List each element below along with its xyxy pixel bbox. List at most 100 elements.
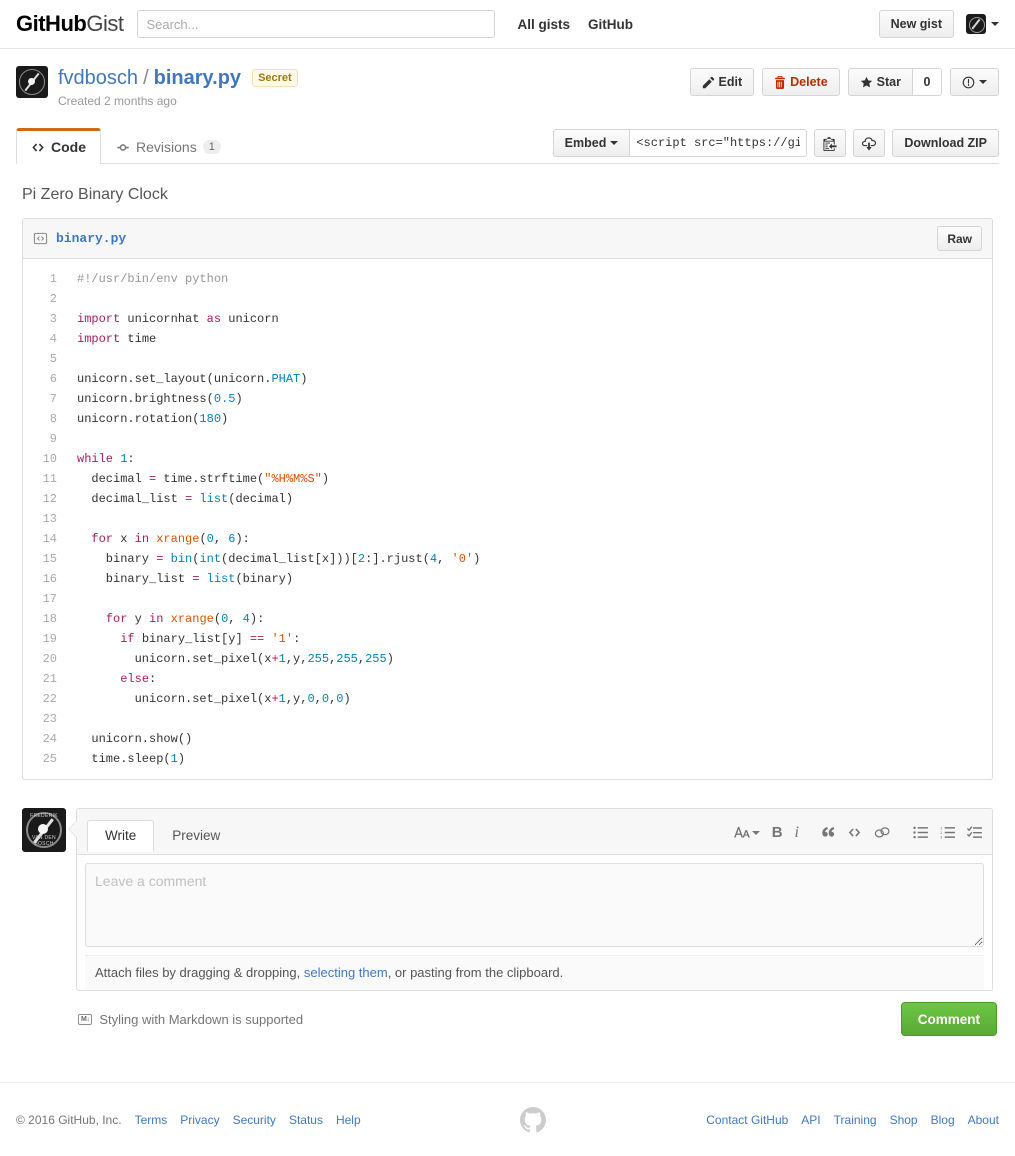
line-content: import time (77, 332, 157, 346)
star-button[interactable]: Star (847, 68, 912, 96)
code-line: 25 time.sleep(1) (23, 749, 992, 779)
markdown-icon: M↓ (78, 1013, 93, 1025)
tab-revisions[interactable]: Revisions 1 (101, 128, 236, 164)
footer-link-api[interactable]: API (801, 1113, 820, 1127)
new-gist-button[interactable]: New gist (878, 10, 954, 38)
line-content: while 1: (77, 452, 135, 466)
code-icon (32, 142, 44, 152)
star-group: Star 0 (847, 68, 942, 96)
unordered-list-icon[interactable] (913, 826, 928, 839)
link-icon[interactable] (874, 826, 891, 839)
line-number: 9 (49, 432, 57, 446)
code-line: 15 binary = bin(int(decimal_list[x]))[2:… (23, 549, 992, 569)
comment-footer: M↓ Styling with Markdown is supported Co… (76, 991, 999, 1036)
gist-owner-link[interactable]: fvdbosch (58, 66, 138, 90)
owner-avatar[interactable] (16, 66, 48, 98)
select-files-link[interactable]: selecting them (304, 965, 388, 980)
logo-github: GitHub (16, 11, 87, 36)
code-line: 23 (23, 709, 992, 729)
nav-github[interactable]: GitHub (588, 17, 633, 32)
code-line: 18 for y in xrange(0, 4): (23, 609, 992, 629)
line-number: 1 (49, 272, 57, 286)
commenter-avatar[interactable]: FREDERIK VAN DEN BOSCH (22, 808, 66, 852)
footer-link-shop[interactable]: Shop (890, 1113, 918, 1127)
code-line: 22 unicorn.set_pixel(x+1,y,0,0,0) (23, 689, 992, 709)
text-size-icon[interactable] (733, 826, 760, 839)
footer-link-blog[interactable]: Blog (931, 1113, 955, 1127)
footer-link-about[interactable]: About (968, 1113, 999, 1127)
tab-write[interactable]: Write (87, 820, 155, 852)
line-number: 11 (42, 472, 57, 486)
comment-submit-button[interactable]: Comment (900, 1002, 997, 1036)
code-line: 17 (23, 589, 992, 609)
embed-url-input[interactable] (629, 129, 808, 157)
gist-tabs-actions: Embed Download ZIP (552, 129, 999, 163)
line-content: decimal = time.strftime("%H%M%S") (77, 472, 330, 486)
quote-icon[interactable] (821, 826, 835, 839)
embed-select-button[interactable]: Embed (552, 129, 630, 157)
line-number: 6 (49, 372, 57, 386)
line-number: 14 (42, 532, 57, 546)
search-input[interactable] (137, 10, 496, 38)
code-line: 4 import time (23, 329, 992, 349)
code-line: 24 unicorn.show() (23, 729, 992, 749)
line-content: if binary_list[y] == '1': (120, 632, 301, 646)
header-nav: All gists GitHub (517, 17, 633, 32)
gist-filename-link[interactable]: binary.py (154, 66, 241, 90)
line-content: binary_list = list(binary) (77, 572, 294, 586)
bold-icon[interactable]: B (772, 824, 783, 841)
footer-left-links: © 2016 GitHub, Inc. Terms Privacy Securi… (16, 1113, 361, 1127)
line-number: 20 (42, 652, 57, 666)
ordered-list-icon[interactable]: 123 (940, 826, 955, 839)
nav-all-gists[interactable]: All gists (517, 17, 570, 32)
star-icon (860, 76, 872, 87)
line-number: 8 (49, 412, 57, 426)
user-menu[interactable] (966, 14, 999, 34)
footer-link-help[interactable]: Help (336, 1113, 361, 1127)
code-icon[interactable] (847, 826, 862, 839)
report-menu-button[interactable] (950, 68, 999, 96)
download-zip-button[interactable]: Download ZIP (892, 129, 999, 157)
user-avatar-icon[interactable] (966, 14, 986, 34)
task-list-icon[interactable] (967, 826, 982, 839)
raw-button[interactable]: Raw (937, 226, 982, 251)
line-number: 18 (42, 612, 57, 626)
line-number: 15 (42, 552, 57, 566)
line-number: 2 (49, 292, 57, 306)
chevron-down-icon[interactable] (991, 22, 999, 26)
comment-form: FREDERIK VAN DEN BOSCH Write Preview B i (22, 808, 993, 991)
delete-button[interactable]: Delete (762, 68, 840, 96)
footer-link-contact-github[interactable]: Contact GitHub (706, 1113, 788, 1127)
line-content: unicorn.set_layout(unicorn.PHAT) (77, 372, 308, 386)
footer-link-training[interactable]: Training (834, 1113, 877, 1127)
footer-link-security[interactable]: Security (233, 1113, 276, 1127)
download-button[interactable] (853, 129, 886, 157)
code-line: 5 (23, 349, 992, 369)
alert-icon (962, 76, 975, 88)
gist-logo[interactable]: GitHubGist (16, 11, 124, 37)
comment-input[interactable] (85, 863, 984, 947)
footer-link-status[interactable]: Status (289, 1113, 323, 1127)
code-line: 6 unicorn.set_layout(unicorn.PHAT) (23, 369, 992, 389)
italic-icon[interactable]: i (795, 824, 799, 842)
tab-revisions-label: Revisions (136, 139, 197, 155)
copy-embed-button[interactable] (814, 129, 847, 157)
line-number: 19 (42, 632, 57, 646)
svg-text:3: 3 (940, 834, 942, 839)
site-header: GitHubGist All gists GitHub New gist (0, 0, 1015, 49)
embed-group: Embed (552, 129, 808, 157)
file-name[interactable]: binary.py (56, 231, 126, 246)
tab-preview[interactable]: Preview (154, 820, 238, 852)
tab-code[interactable]: Code (16, 128, 101, 164)
comment-body: Attach files by dragging & dropping, sel… (77, 855, 992, 990)
line-number: 13 (42, 512, 57, 526)
code-line: 21 else: (23, 669, 992, 689)
edit-label: Edit (718, 75, 743, 89)
line-content: decimal_list = list(decimal) (77, 492, 294, 506)
footer-link-privacy[interactable]: Privacy (180, 1113, 219, 1127)
edit-button[interactable]: Edit (689, 68, 755, 96)
footer-link-terms[interactable]: Terms (135, 1113, 168, 1127)
line-number: 25 (42, 752, 57, 766)
star-label: Star (876, 75, 901, 89)
line-content: #!/usr/bin/env python (77, 272, 229, 286)
